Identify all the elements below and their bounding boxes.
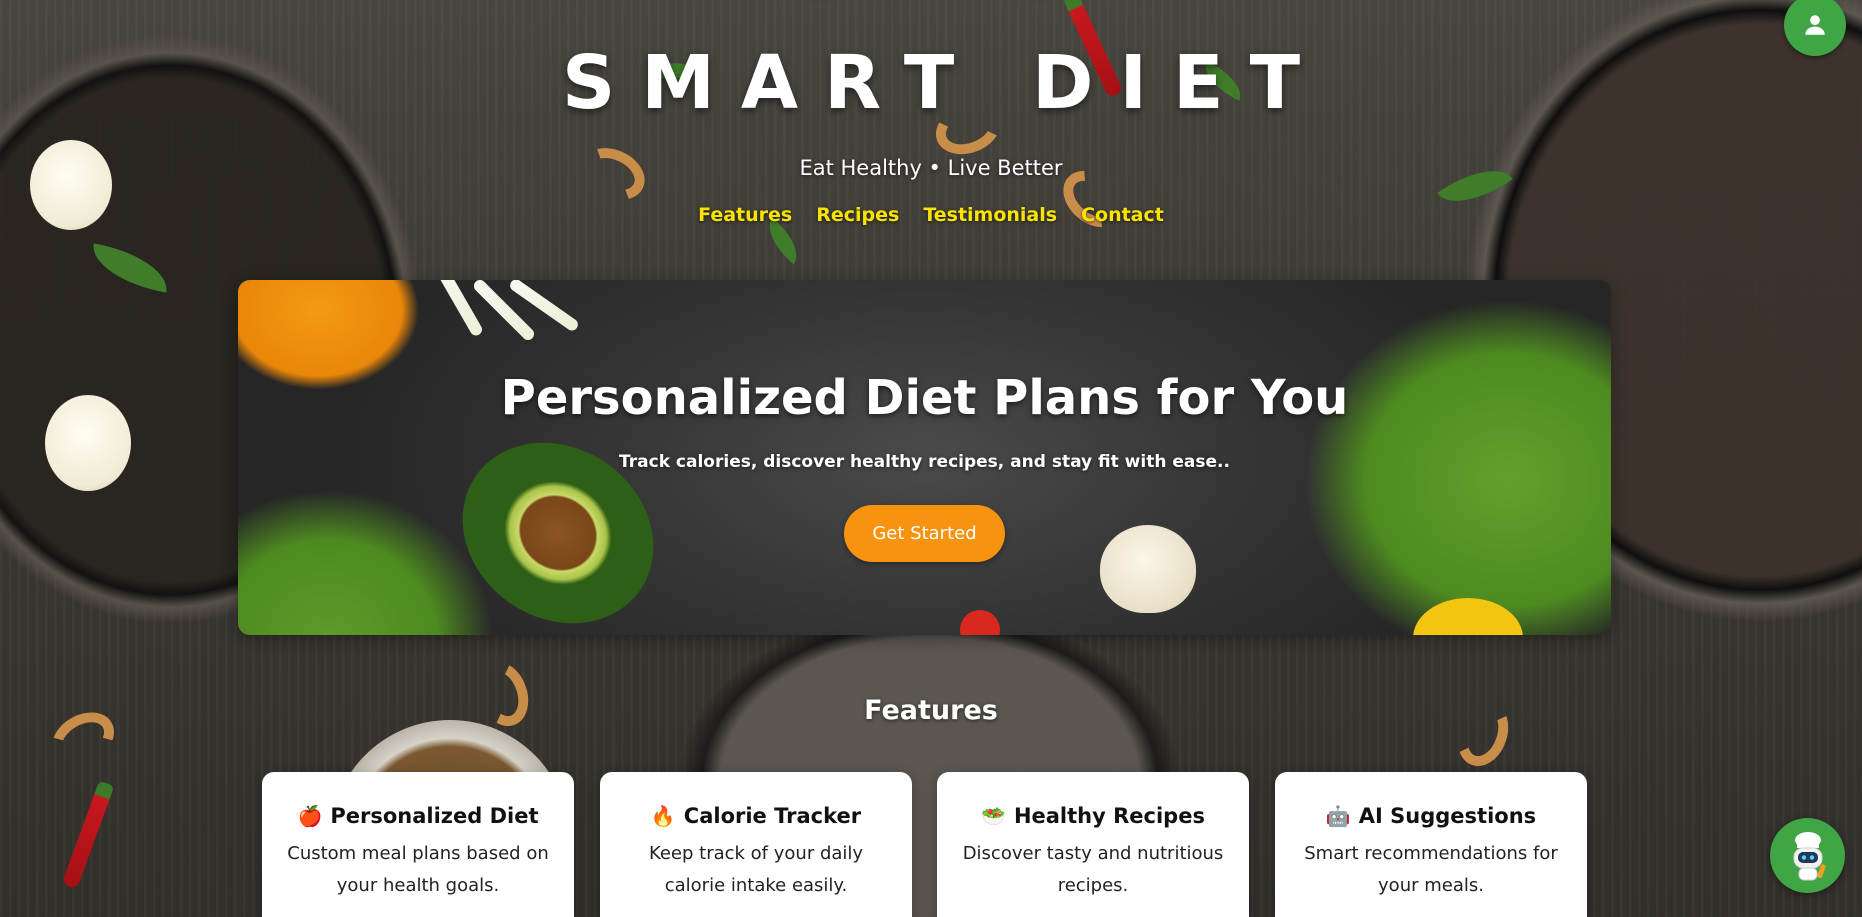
get-started-button[interactable]: Get Started — [844, 505, 1005, 562]
chef-robot-icon — [1793, 831, 1826, 880]
feature-card-title-text: Personalized Diet — [330, 804, 539, 828]
feature-card-description: Smart recommendations for your meals. — [1304, 843, 1558, 896]
feature-card-title: 🍎 Personalized Diet — [262, 802, 574, 830]
lemon-decoration — [1413, 598, 1523, 635]
salad-icon: 🥗 — [981, 804, 1006, 828]
feature-card-title: 🔥 Calorie Tracker — [600, 802, 912, 830]
main-nav: Features Recipes Testimonials Contact — [0, 200, 1862, 230]
fire-icon: 🔥 — [650, 804, 676, 828]
feature-card-ai-suggestions: 🤖 AI Suggestions Smart recommendations f… — [1275, 772, 1587, 917]
tomato-decoration — [960, 610, 1000, 635]
nav-link-testimonials[interactable]: Testimonials — [923, 200, 1057, 230]
apple-icon: 🍎 — [297, 804, 323, 828]
chili-decoration — [61, 780, 115, 890]
feature-card-description: Discover tasty and nutritious recipes. — [962, 843, 1224, 896]
chatbot-button[interactable] — [1770, 818, 1845, 893]
feature-card-title: 🤖 AI Suggestions — [1275, 802, 1587, 830]
nav-link-contact[interactable]: Contact — [1081, 200, 1164, 230]
feature-card-personalized-diet: 🍎 Personalized Diet Custom meal plans ba… — [262, 772, 574, 917]
feature-card-description: Keep track of your daily calorie intake … — [648, 843, 864, 896]
avocado-decoration — [427, 406, 689, 635]
parsley-decoration — [87, 243, 173, 293]
brand-title: SMART DIET — [561, 40, 1327, 126]
hero-title: Personalized Diet Plans for You — [500, 370, 1349, 426]
robot-icon: 🤖 — [1325, 804, 1351, 828]
garlic-decoration — [1100, 525, 1196, 613]
user-icon — [1805, 15, 1825, 35]
feature-card-title-text: AI Suggestions — [1358, 804, 1537, 828]
nav-link-features[interactable]: Features — [698, 200, 792, 230]
nav-link-recipes[interactable]: Recipes — [816, 200, 899, 230]
features-heading: Features — [864, 695, 998, 726]
hero-banner: Personalized Diet Plans for You Track ca… — [238, 280, 1611, 635]
egg-decoration — [45, 395, 131, 491]
feature-card-healthy-recipes: 🥗 Healthy Recipes Discover tasty and nut… — [937, 772, 1249, 917]
feature-card-title-text: Healthy Recipes — [1013, 804, 1205, 828]
feature-card-description: Custom meal plans based on your health g… — [287, 843, 549, 896]
site-header: SMART DIET Eat Healthy • Live Better Fea… — [0, 0, 1862, 230]
feature-card-calorie-tracker: 🔥 Calorie Tracker Keep track of your dai… — [600, 772, 912, 917]
feature-card-title: 🥗 Healthy Recipes — [937, 802, 1249, 830]
tagline: Eat Healthy • Live Better — [799, 156, 1063, 180]
feature-card-title-text: Calorie Tracker — [683, 804, 862, 828]
hero-subtitle: Track calories, discover healthy recipes… — [619, 452, 1230, 472]
